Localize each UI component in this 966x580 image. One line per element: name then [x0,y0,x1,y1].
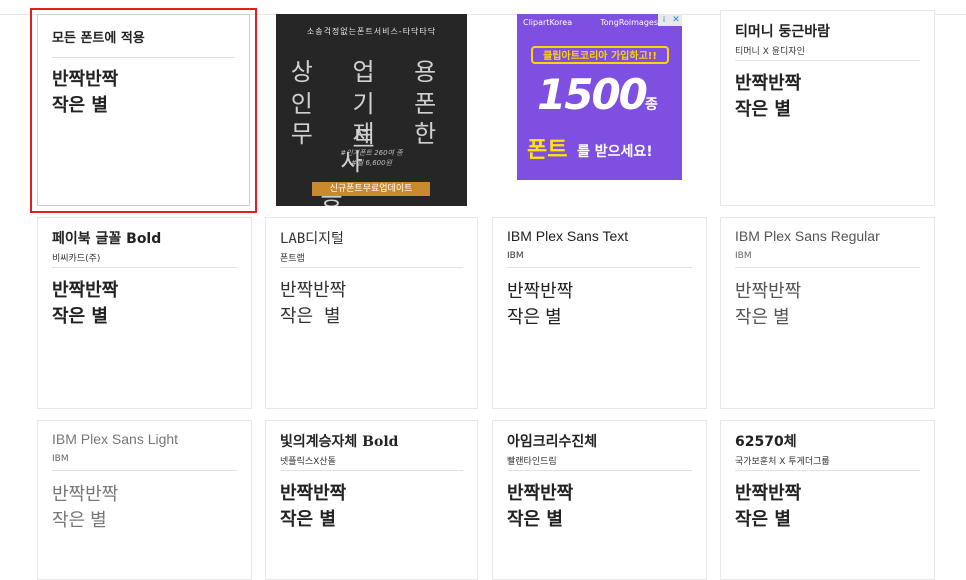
font-maker: IBM [735,251,752,261]
font-card[interactable]: 페이북 글꼴 Bold 비씨카드(주) 반짝반짝 작은 별 [37,217,252,409]
divider [52,267,237,268]
sample-line-2: 작은 별 [280,306,341,327]
font-name: IBM Plex Sans Light [52,431,179,447]
ad-number: 1500 [537,70,648,119]
sample-line-2: 작은 별 [52,510,107,530]
sample-text: 반짝반짝 작은 별 [52,278,118,330]
sample-text: 반짝반짝 작은 별 [735,71,801,123]
font-maker: 국가보훈처 X 투게더그룹 [735,457,830,467]
divider [52,57,235,58]
font-card[interactable]: IBM Plex Sans Regular IBM 반짝반짝 작은 별 [720,217,935,409]
font-card[interactable]: 티머니 둥근바람 티머니 X 윤디자인 반짝반짝 작은 별 [720,10,935,206]
sample-text: 반짝반짝 작은 별 [52,481,118,533]
font-maker: IBM [507,251,524,261]
sample-line-1: 반짝반짝 [52,69,119,90]
font-card[interactable]: 62570체 국가보훈처 X 투게더그룹 반짝반짝 작은 별 [720,420,935,580]
sample-text: 반짝반짝 작은 별 [507,278,573,330]
font-card[interactable]: 아임크리수진체 빨랜타인드림 반짝반짝 작은 별 [492,420,707,580]
divider [735,267,920,268]
font-name: LAB디지털 [280,231,344,247]
sample-text: 반짝반짝 작은 별 [280,481,346,533]
ad-banner-commercial-fonts[interactable]: 소송걱정없는폰트서비스-타닥타닥 상 업 용 인 기 폰 트 무 제 한 사 용… [276,14,467,206]
divider [735,470,920,471]
font-maker: 빨랜타인드림 [507,457,557,467]
sample-line-1: 반짝반짝 [735,281,802,301]
sample-text: 반짝반짝 작은 별 [280,278,346,330]
font-name: IBM Plex Sans Text [507,228,629,244]
info-icon[interactable]: i [658,14,670,26]
ad-headline: 클립아트코리아 가입하고!! [531,46,669,64]
sample-line-2: 작은 별 [507,307,562,327]
font-name: IBM Plex Sans Regular [735,228,880,244]
ad-fine-1: #인기폰트 260여 종 [340,149,403,157]
sample-line-1: 반짝반짝 [280,483,347,504]
apply-all-fonts-card[interactable]: 모든 폰트에 적용 반짝반짝 작은 별 [37,14,250,206]
ad-cta: 신규폰트무료업데이트 [312,182,430,196]
sample-text: 반짝반짝 작은 별 [735,481,801,533]
sample-line-1: 반짝반짝 [735,73,802,94]
divider [52,470,237,471]
ad-line-1: 상 업 용 [290,58,453,86]
sample-line-1: 반짝반짝 [52,484,119,504]
font-name: 62570체 [735,434,797,450]
sample-line-2: 작은 별 [735,307,790,327]
ad-unit: 종 [645,97,658,113]
font-maker: 티머니 X 윤디자인 [735,47,805,57]
apply-all-title: 모든 폰트에 적용 [52,31,145,46]
sample-line-1: 반짝반짝 [735,483,802,504]
sample-line-2: 작은 별 [507,509,563,530]
font-maker: 넷플릭스X산돌 [280,457,336,467]
sample-line-2: 작은 별 [735,509,791,530]
font-name: 아임크리수진체 [507,434,598,450]
sample-line-2: 작은 별 [280,509,336,530]
ad-cta-strong: 폰트 [527,138,568,163]
font-name: 티머니 둥근바람 [735,24,831,40]
sample-line-1: 반짝반짝 [52,280,119,301]
divider [735,60,920,61]
ad-brand-2: TongRoimages [600,18,658,27]
font-card[interactable]: 빛의계승자체 Bold 넷플릭스X산돌 반짝반짝 작은 별 [265,420,478,580]
ad-tagline: 소송걱정없는폰트서비스-타닥타닥 [306,27,437,36]
ad-brand: ClipartKorea [523,18,573,27]
sample-text[interactable]: 반짝반짝 작은 별 [52,67,118,119]
divider [280,470,463,471]
divider [507,267,692,268]
sample-line-1: 반짝반짝 [507,483,574,504]
close-icon[interactable]: ✕ [670,14,682,26]
sample-line-1: 반짝반짝 [507,281,574,301]
font-name: 빛의계승자체 Bold [280,434,399,450]
sample-line-2: 작은 별 [52,306,108,327]
divider [280,267,463,268]
font-name: 페이북 글꼴 Bold [52,231,162,247]
sample-line-1: 반짝반짝 [280,280,347,301]
font-maker: 폰트랩 [280,254,305,264]
font-maker: IBM [52,454,69,464]
font-card[interactable]: LAB디지털 폰트랩 반짝반짝 작은 별 [265,217,478,409]
ad-cta-rest: 를 받으세요! [577,144,653,160]
ad-banner-clipartkorea[interactable]: ClipartKorea TongRoimages i ✕ 클립아트코리아 가입… [517,14,682,180]
ad-fine-2: #월 6,600원 [350,159,392,167]
font-card[interactable]: IBM Plex Sans Light IBM 반짝반짝 작은 별 [37,420,252,580]
sample-line-2: 작은 별 [52,95,108,116]
sample-text: 반짝반짝 작은 별 [507,481,573,533]
sample-line-2: 작은 별 [735,99,791,120]
font-maker: 비씨카드(주) [52,254,101,264]
sample-text: 반짝반짝 작은 별 [735,278,801,330]
font-card[interactable]: IBM Plex Sans Text IBM 반짝반짝 작은 별 [492,217,707,409]
divider [507,470,692,471]
